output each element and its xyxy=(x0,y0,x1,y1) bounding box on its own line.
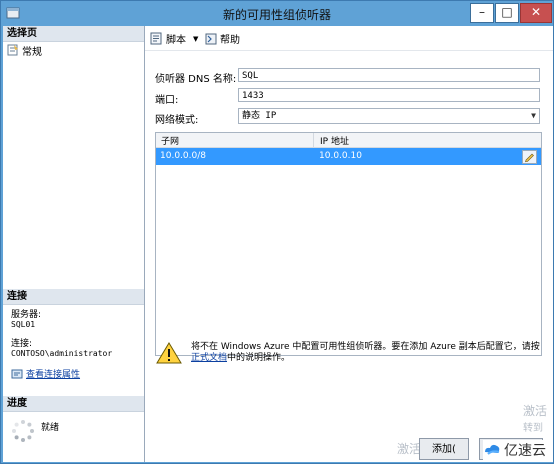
brand-text: 亿速云 xyxy=(504,443,546,459)
progress-header: 进度 xyxy=(3,396,144,412)
server-value: SQL01 xyxy=(11,320,36,329)
warning-box: 将不在 Windows Azure 中配置可用性组侦听器。要在添加 Azure … xyxy=(155,341,550,375)
port-input[interactable]: 1433 xyxy=(238,88,540,102)
official-docs-link[interactable]: 正式文档 xyxy=(191,353,227,363)
select-page-header: 选择页 xyxy=(3,26,144,42)
column-divider[interactable] xyxy=(313,133,314,147)
page-item-label: 常规 xyxy=(22,46,42,58)
help-button[interactable]: 帮助 xyxy=(205,31,240,46)
warning-text-part2: 中的说明操作。 xyxy=(227,353,291,363)
warning-text-part1: 将不在 Windows Azure 中配置可用性组侦听器。要在添加 Azure … xyxy=(191,342,540,352)
minimize-button[interactable]: – xyxy=(470,3,494,23)
warning-icon xyxy=(156,342,182,364)
maximize-button[interactable]: □ xyxy=(495,3,519,23)
script-label: 脚本 xyxy=(166,35,186,46)
page-icon xyxy=(7,44,18,56)
connection-value: CONTOSO\administrator xyxy=(11,349,113,358)
properties-icon xyxy=(11,369,23,378)
edit-icon[interactable] xyxy=(522,150,537,164)
dialog-window: 新的可用性组侦听器 – □ ✕ 选择页 常规 连接 服务器: SQL01 连接:… xyxy=(0,0,554,464)
main-panel: 脚本 ▼ 帮助 侦听器 DNS 名称: SQL 端口: 1433 网络模式: 静… xyxy=(145,26,553,462)
dns-name-input[interactable]: SQL xyxy=(238,68,540,82)
subnet-grid[interactable]: 子网 IP 地址 10.0.0.0/8 10.0.0.10 xyxy=(155,132,542,356)
help-label: 帮助 xyxy=(220,35,240,46)
toolbar: 脚本 ▼ 帮助 xyxy=(145,26,553,51)
network-mode-label: 网络模式: xyxy=(155,115,199,126)
connection-label: 连接: xyxy=(11,339,33,349)
network-mode-select[interactable]: 静态 IP ▼ xyxy=(238,108,540,124)
page-item-general[interactable]: 常规 xyxy=(7,43,42,58)
activate-watermark-2: 激活 xyxy=(397,442,422,456)
goto-watermark: 转到 xyxy=(523,423,543,434)
progress-status: 就绪 xyxy=(41,423,60,433)
dns-name-label: 侦听器 DNS 名称: xyxy=(155,74,237,85)
chevron-down-icon[interactable]: ▼ xyxy=(193,35,198,43)
activate-watermark: 激活 xyxy=(523,404,548,418)
script-icon xyxy=(150,32,162,45)
server-label: 服务器: xyxy=(11,310,42,320)
table-row[interactable]: 10.0.0.0/8 10.0.0.10 xyxy=(156,148,541,165)
row-subnet: 10.0.0.0/8 xyxy=(160,151,206,161)
add-button[interactable]: 添加( xyxy=(419,438,469,460)
script-button[interactable]: 脚本 ▼ xyxy=(150,31,198,46)
column-header-subnet[interactable]: 子网 xyxy=(161,134,179,147)
view-connection-properties[interactable]: 查看连接属性 xyxy=(11,367,80,380)
connection-header: 连接 xyxy=(3,289,144,305)
progress-spinner-icon xyxy=(12,420,34,442)
grid-header: 子网 IP 地址 xyxy=(156,133,541,148)
chevron-down-icon[interactable]: ▼ xyxy=(531,109,536,123)
left-panel: 选择页 常规 连接 服务器: SQL01 连接: CONTOSO\adminis… xyxy=(3,26,145,462)
column-header-ip[interactable]: IP 地址 xyxy=(320,134,349,147)
port-label: 端口: xyxy=(155,95,179,106)
close-button[interactable]: ✕ xyxy=(520,3,552,23)
title-bar[interactable]: 新的可用性组侦听器 – □ ✕ xyxy=(1,1,553,26)
help-icon xyxy=(205,33,217,44)
row-ip: 10.0.0.10 xyxy=(319,151,362,161)
warning-text: 将不在 Windows Azure 中配置可用性组侦听器。要在添加 Azure … xyxy=(191,342,541,364)
cloud-logo-icon xyxy=(485,444,500,455)
network-mode-value: 静态 IP xyxy=(242,111,277,121)
view-properties-link[interactable]: 查看连接属性 xyxy=(26,367,80,380)
brand-watermark: 亿速云 xyxy=(483,440,546,460)
